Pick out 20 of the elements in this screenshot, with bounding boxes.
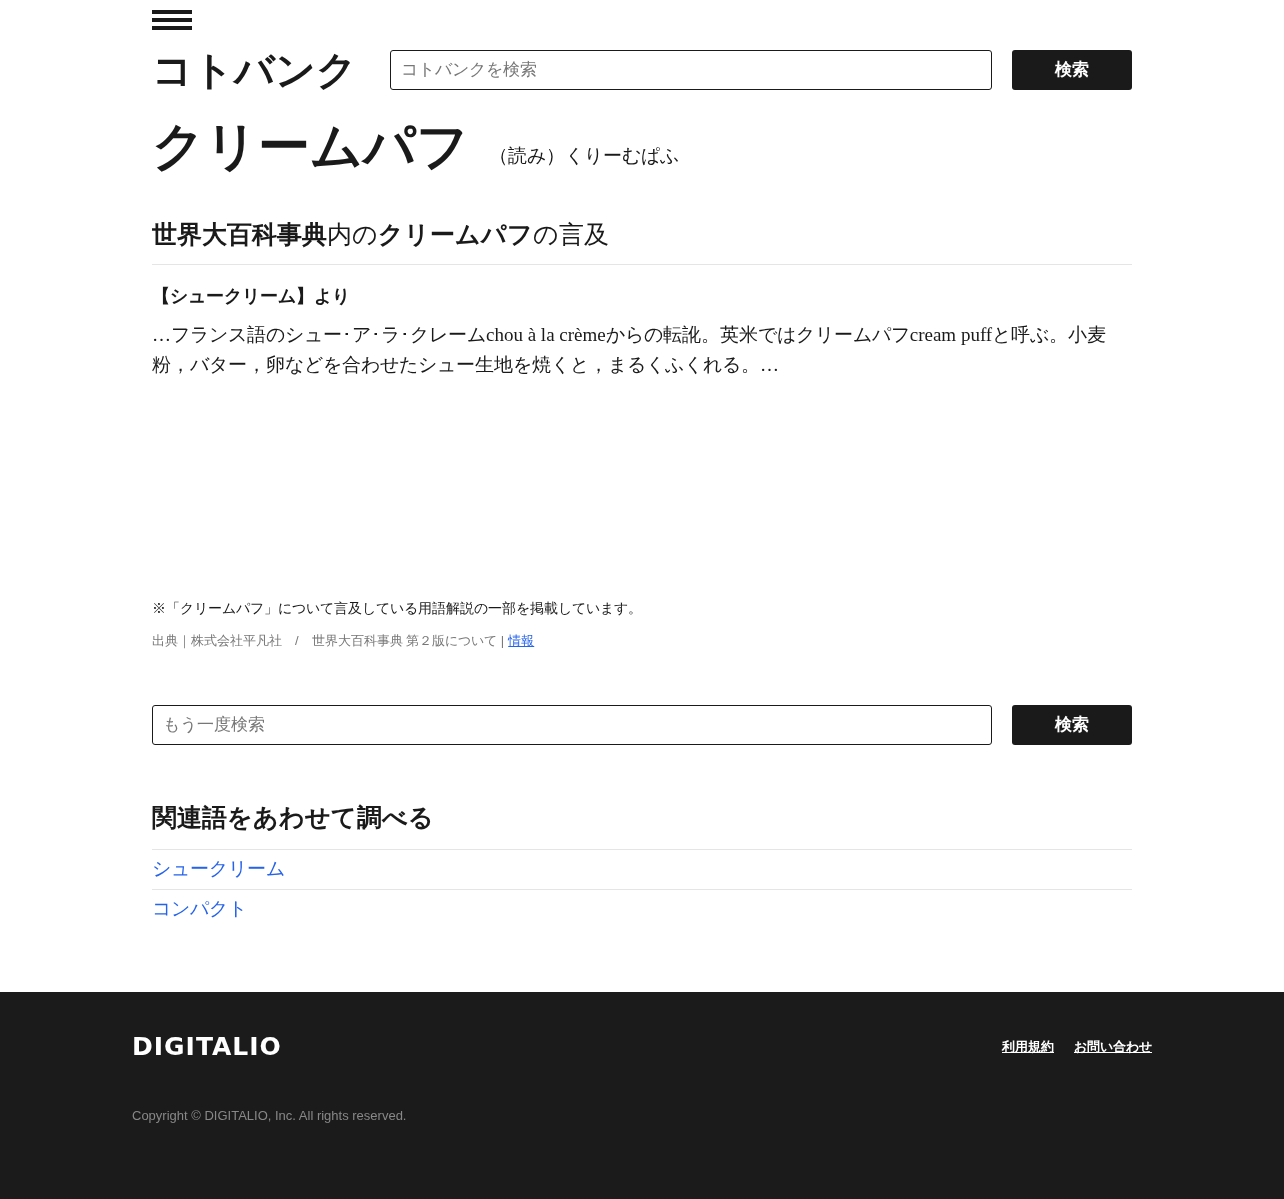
related-link[interactable]: コンパクト	[152, 894, 247, 924]
search-again-field[interactable]: もう一度検索	[152, 705, 992, 745]
related-link[interactable]: シュークリーム	[152, 854, 285, 884]
mention-heading: 世界大百科事典内のクリームパフの言及	[152, 219, 610, 250]
search-button[interactable]: 検索	[1012, 50, 1132, 90]
footer-link[interactable]: お問い合わせ	[1074, 1037, 1152, 1057]
site-logo[interactable]: コトバンク	[152, 50, 370, 90]
mention-note: ※「クリームパフ」について言及している用語解説の一部を掲載しています。	[152, 598, 643, 618]
related-heading: 関連語をあわせて調べる	[152, 802, 435, 833]
info-link[interactable]: 情報	[508, 630, 535, 650]
copyright-text: Copyright © DIGITALIO, Inc. All rights reserved.	[132, 1106, 408, 1125]
excerpt-text: …フランス語のシュー･ア･ラ･クレームchou à la crèmeからの転訛。英米ではクリームパフcream puffと呼ぶ。小麦粉，バター，卵などを合わせたシュー生地を焼くと，まるくふくれる。…	[152, 322, 1108, 377]
entry-reading: （読み）くりーむぱふ	[489, 143, 679, 168]
source-heading: 【シュークリーム】より	[152, 284, 351, 308]
footer-link[interactable]: 利用規約	[1002, 1037, 1054, 1057]
search-button[interactable]: 検索	[1012, 705, 1132, 745]
footer-logo[interactable]: DIGITALIO	[132, 1028, 282, 1066]
source-credit: 出典｜株式会社平凡社 / 世界大百科事典 第２版について |	[152, 631, 505, 650]
search-field[interactable]: コトバンクを検索	[390, 50, 992, 90]
entry-title: クリームパフ	[152, 120, 469, 172]
